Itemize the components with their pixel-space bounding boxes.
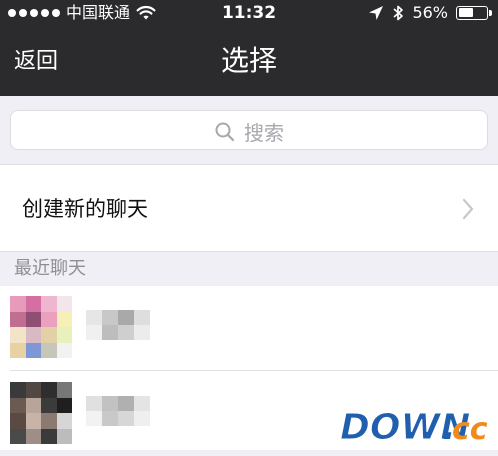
- status-right: 56%: [368, 3, 492, 22]
- chevron-right-icon: [462, 198, 474, 220]
- down-cc-watermark-logo: DOWN . cc: [340, 407, 488, 447]
- list-item[interactable]: [0, 286, 498, 371]
- location-arrow-icon: [369, 5, 384, 20]
- search-input[interactable]: 搜索: [10, 110, 488, 150]
- search-area: 搜索: [0, 96, 498, 164]
- watermark-tld-text: cc: [452, 412, 488, 446]
- row-divider: [10, 370, 498, 371]
- avatar: [10, 296, 72, 358]
- search-icon: [215, 122, 235, 141]
- nav-bar: 返回 选择: [0, 26, 498, 96]
- recent-chats-label: 最近聊天: [14, 258, 86, 279]
- battery-icon: [456, 5, 492, 20]
- page-title: 选择: [220, 44, 277, 77]
- battery-fill: [458, 8, 474, 17]
- bluetooth-icon: [393, 5, 404, 20]
- recent-chats-header: 最近聊天: [0, 252, 498, 286]
- create-new-chat-label: 创建新的聊天: [22, 197, 148, 221]
- battery-percent: 56%: [412, 3, 448, 22]
- contact-name-blurred: [86, 396, 150, 426]
- create-new-chat-row[interactable]: 创建新的聊天: [0, 164, 498, 252]
- contact-name-blurred: [86, 310, 150, 340]
- search-placeholder: 搜索: [244, 121, 284, 145]
- avatar: [10, 382, 72, 444]
- status-bar: 中国联通 11:32 56%: [0, 0, 498, 26]
